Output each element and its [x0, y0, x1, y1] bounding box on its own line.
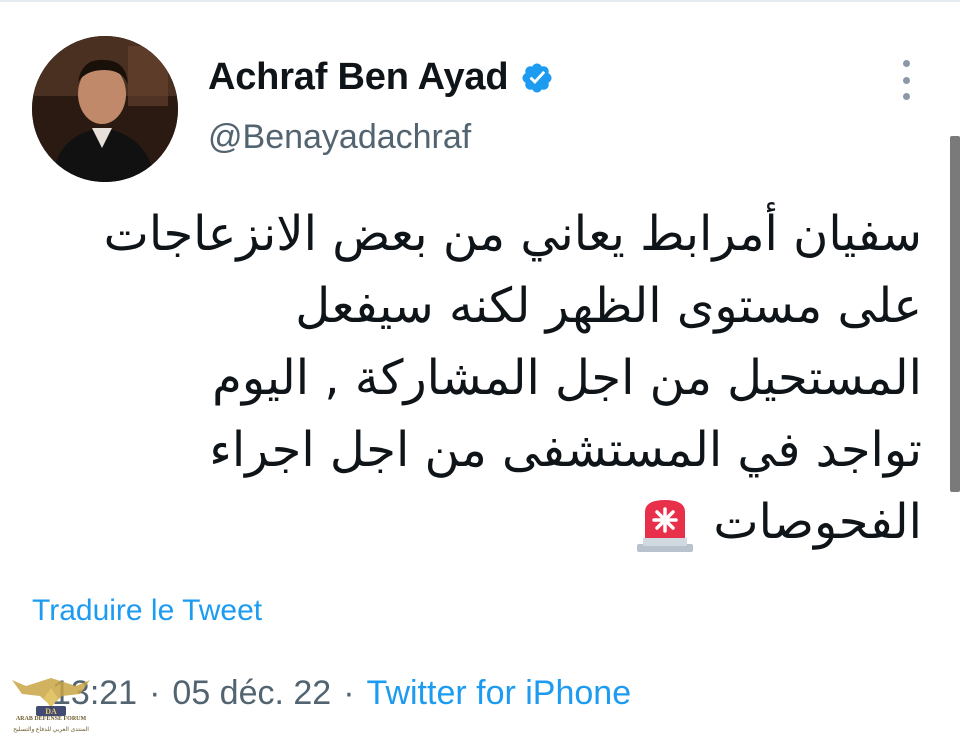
- forum-watermark-logo: DA ARAB DEFENSE FORUM المنتدى العربي للد…: [6, 672, 96, 738]
- tweet-line: على مستوى الظهر لكنه سيفعل: [295, 278, 922, 334]
- meta-separator: ·: [149, 674, 161, 712]
- user-handle[interactable]: @Benayadachraf: [208, 118, 471, 157]
- tweet-source-link[interactable]: Twitter for iPhone: [367, 674, 632, 713]
- watermark-subtitle: المنتدى العربي للدفاع والتسليح: [13, 727, 89, 733]
- top-divider: [0, 0, 960, 2]
- more-dot: [902, 93, 910, 100]
- tweet-line-last: الفحوصات: [42, 486, 922, 558]
- more-vertical-icon[interactable]: [895, 60, 917, 100]
- more-dot: [902, 60, 910, 67]
- tweet-meta: 13:21 · 05 déc. 22 · Twitter for iPhone: [52, 674, 631, 713]
- display-name-text[interactable]: Achraf Ben Ayad: [208, 56, 509, 99]
- more-dot: [902, 76, 910, 84]
- tweet-line: الفحوصات: [713, 494, 922, 550]
- meta-separator: ·: [343, 674, 355, 712]
- police-light-icon: [637, 500, 694, 552]
- display-name[interactable]: Achraf Ben Ayad: [208, 56, 554, 99]
- tweet-line: سفيان أمرابط يعاني من بعض الانزعاجات: [103, 206, 922, 262]
- watermark-badge: DA: [45, 707, 57, 716]
- verified-badge-icon: [522, 62, 552, 93]
- tweet-line: تواجد في المستشفى من اجل اجراء: [209, 422, 922, 478]
- tweet-line: المستحيل من اجل المشاركة , اليوم: [212, 350, 922, 406]
- tweet-card: Achraf Ben Ayad @Benayadachraf سفيان أمر…: [0, 0, 960, 740]
- translate-tweet-link[interactable]: Traduire le Tweet: [32, 594, 262, 628]
- avatar-photo: [32, 36, 178, 182]
- tweet-date[interactable]: 05 déc. 22: [172, 674, 331, 713]
- tweet-text: سفيان أمرابط يعاني من بعض الانزعاجات على…: [42, 198, 922, 558]
- avatar[interactable]: [32, 36, 178, 182]
- scrollbar[interactable]: [950, 136, 960, 492]
- watermark-title: ARAB DEFENSE FORUM: [15, 716, 87, 722]
